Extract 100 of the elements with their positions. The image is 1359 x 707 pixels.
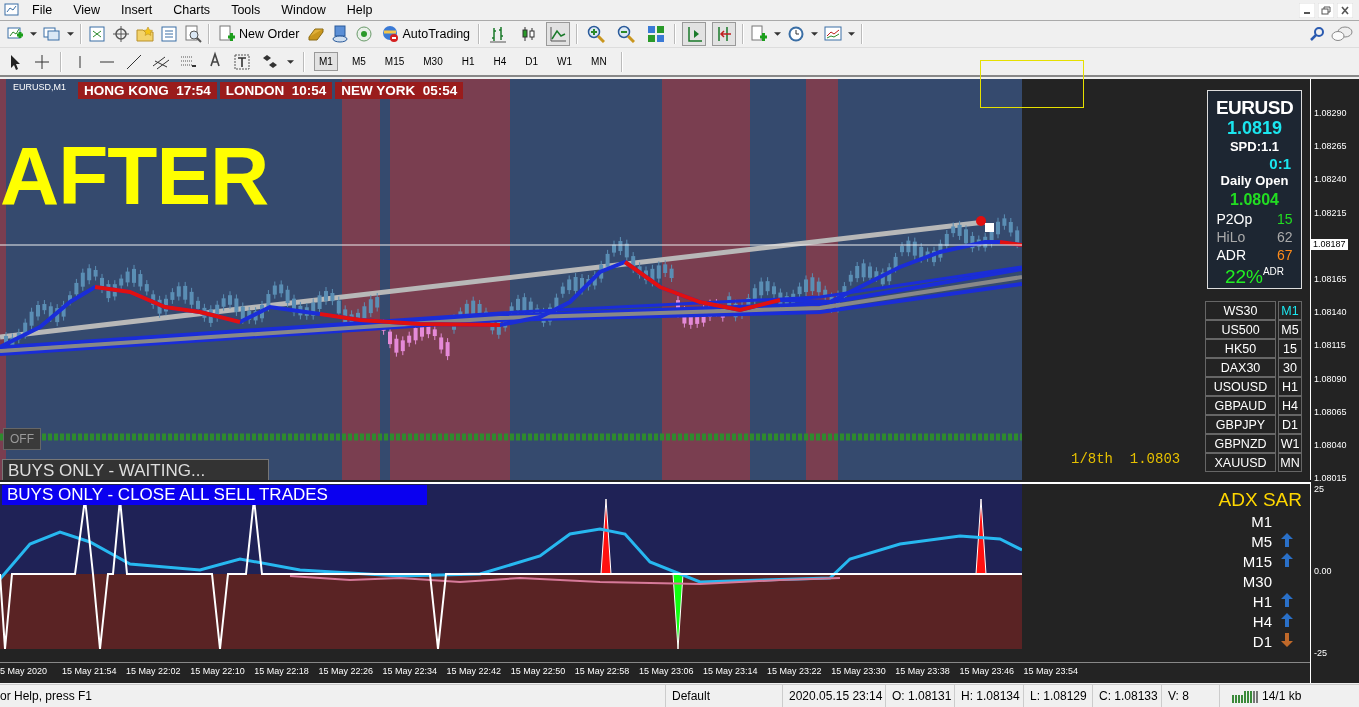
time-tick-label: 5 May 2020 [0,666,48,676]
time-tick-label: 15 May 22:58 [574,666,630,676]
line-chart-icon[interactable] [549,25,568,43]
server-icon[interactable] [331,25,350,43]
menu-item[interactable]: Insert [109,3,162,17]
menu-item[interactable]: Window [269,3,335,17]
timeframe-button[interactable]: 15 [1278,339,1302,358]
close-icon[interactable] [1337,2,1353,18]
time-tick-label: 15 May 23:38 [895,666,950,676]
new-order-button[interactable]: New Order [216,25,302,43]
signal-message: BUYS ONLY - CLOSE ALL SELL TRADES [2,485,427,505]
profiles-icon[interactable] [43,25,61,43]
menu-item[interactable]: Charts [161,3,220,17]
timeframe-button[interactable]: M5 [1278,320,1302,339]
caret-icon[interactable] [287,59,294,64]
stat-value: 62 [1276,228,1293,246]
timeframe-button[interactable]: M5 [346,52,371,71]
bar-chart-icon[interactable] [489,25,508,43]
timeframe-button[interactable]: H1 [1278,377,1302,396]
daily-open-price: 1.0804 [1230,190,1279,210]
timeframe-button[interactable]: W1 [1278,434,1302,453]
add-indicator-icon[interactable] [750,25,769,43]
symbol-button[interactable]: GBPNZD [1205,434,1276,453]
symbol-button[interactable]: HK50 [1205,339,1276,358]
clock-icon[interactable] [787,25,806,43]
timeframe-button[interactable]: M1 [1278,301,1302,320]
price-tick-label: 1.08140 [1314,307,1347,318]
zoom-in-icon[interactable] [587,25,606,43]
arrow-down-icon [1281,633,1293,647]
magnifier-document-icon[interactable] [184,25,202,43]
timeframe-button[interactable]: MN [586,52,612,71]
market-watch-icon[interactable] [88,25,106,43]
timeframe-button[interactable]: H1 [456,52,480,71]
app-logo-icon [4,2,20,18]
timeframe-button[interactable]: D1 [1278,415,1302,434]
timeframe-button[interactable]: M1 [314,52,338,71]
symbol-button[interactable]: USOUSD [1205,377,1276,396]
caret-icon[interactable] [67,32,74,36]
timeframe-button[interactable]: W1 [552,52,578,71]
symbol-button[interactable]: GBPAUD [1205,396,1276,415]
zoom-out-icon[interactable] [617,25,636,43]
dot-marker [976,216,986,226]
search-icon[interactable] [1309,26,1325,42]
timeframe-button[interactable]: D1 [520,52,544,71]
off-button[interactable]: OFF [3,428,41,450]
timeframe-button[interactable]: H4 [1278,396,1302,415]
trendline-icon[interactable] [125,52,143,71]
template-icon[interactable] [824,25,843,43]
chart-symbol-label: EURUSD,M1 [13,82,66,92]
status-low: L: 1.08129 [1023,685,1092,707]
autoscroll-icon[interactable] [715,25,734,43]
symbol-button[interactable]: WS30 [1205,301,1276,320]
folder-star-icon[interactable] [136,25,154,43]
timeframe-button[interactable]: H4 [488,52,512,71]
auto-trading-button[interactable]: AutoTrading [379,25,473,43]
chart-shift-icon[interactable] [685,25,704,43]
restore-icon[interactable] [1318,2,1334,18]
timeframe-button[interactable]: 30 [1278,358,1302,377]
menu-item[interactable]: View [61,3,110,17]
timeframe-button[interactable]: MN [1278,453,1302,472]
document-plus-icon[interactable] [218,25,236,43]
caret-icon[interactable] [811,32,819,36]
price-tick-label: 1.08240 [1314,174,1347,185]
crosshair-icon[interactable] [33,52,51,71]
current-price-label: 1.08187 [1311,239,1348,250]
price-tick-label: 1.08065 [1314,406,1347,417]
time-tick-label: 15 May 22:42 [446,666,502,676]
symbol-name: EURUSD [1215,97,1294,119]
menu-item[interactable]: Help [334,3,382,17]
menu-item[interactable]: File [20,3,62,17]
caret-icon[interactable] [774,32,782,36]
stat-value: 67 [1276,246,1293,264]
text-label-icon[interactable] [233,52,251,71]
symbol-button[interactable]: DAX30 [1205,358,1276,377]
candlestick-icon[interactable] [519,25,538,43]
adx-timeframe-label: D1 [1251,632,1272,650]
status-close: C: 1.08133 [1092,685,1161,707]
symbol-button[interactable]: GBPJPY [1205,415,1276,434]
stat-label: ADR [1216,246,1247,264]
stat-label: P2Op [1216,210,1253,228]
crosshair-icon[interactable] [112,25,130,43]
symbol-button[interactable]: US500 [1205,320,1276,339]
globe-icon[interactable] [381,25,400,43]
arrow-up-icon [1281,553,1293,567]
symbol-button[interactable]: XAUUSD [1205,453,1276,472]
caret-icon[interactable] [848,32,856,36]
tile-windows-icon[interactable] [647,25,666,43]
time-tick-label: 15 May 23:06 [638,666,694,676]
signal-icon[interactable] [355,25,374,43]
timeframe-button[interactable]: M30 [418,52,448,71]
ingot-icon[interactable] [307,25,326,43]
price-tick-label: 1.08040 [1314,440,1347,450]
chat-icon[interactable] [1331,26,1353,42]
menu-item[interactable]: Tools [219,3,270,17]
caret-icon[interactable] [30,32,37,36]
spread-text: SPD:1.1 [1229,138,1280,156]
adx-timeframe-label: M1 [1250,512,1272,530]
timeframe-button[interactable]: M15 [379,52,410,71]
adx-timeframe-label: H4 [1251,612,1272,630]
minimize-icon[interactable] [1299,2,1315,18]
